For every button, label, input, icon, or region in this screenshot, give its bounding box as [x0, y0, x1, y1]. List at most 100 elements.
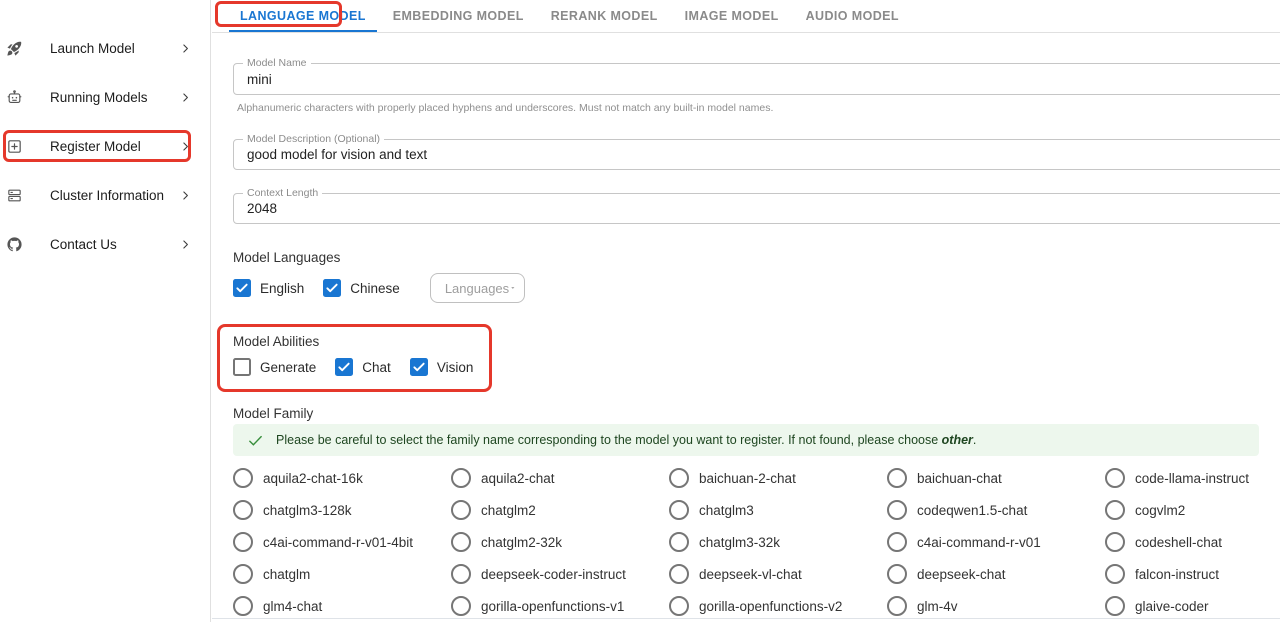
radio-chatglm2[interactable]: chatglm2 — [451, 494, 669, 526]
radio-chatglm3-128k[interactable]: chatglm3-128k — [233, 494, 451, 526]
sidebar-item-cluster-information[interactable]: Cluster Information — [0, 171, 210, 220]
radio-unchecked-icon — [887, 564, 907, 584]
radio-unchecked-icon — [887, 532, 907, 552]
model-family-options-grid: aquila2-chat-16kaquila2-chatbaichuan-2-c… — [233, 462, 1280, 622]
check-icon — [247, 432, 264, 449]
tab-image-model[interactable]: IMAGE MODEL — [674, 0, 790, 32]
model-family-notice-text: Please be careful to select the family n… — [276, 433, 976, 447]
github-icon — [6, 236, 24, 254]
tab-language-model[interactable]: LANGUAGE MODEL — [229, 0, 377, 32]
radio-unchecked-icon — [669, 468, 689, 488]
model-name-label: Model Name — [243, 57, 311, 70]
sidebar-item-label: Launch Model — [50, 41, 135, 56]
sidebar-item-running-models[interactable]: Running Models — [0, 73, 210, 122]
radio-deepseek-chat[interactable]: deepseek-chat — [887, 558, 1105, 590]
rocket-icon — [6, 40, 24, 58]
radio-baichuan-2-chat[interactable]: baichuan-2-chat — [669, 462, 887, 494]
radio-unchecked-icon — [669, 596, 689, 616]
checkbox-chinese[interactable]: Chinese — [323, 279, 400, 297]
radio-chatglm2-32k[interactable]: chatglm2-32k — [451, 526, 669, 558]
radio-c4ai-command-r-v01[interactable]: c4ai-command-r-v01 — [887, 526, 1105, 558]
model-description-label: Model Description (Optional) — [243, 133, 384, 146]
main-panel: LANGUAGE MODELEMBEDDING MODELRERANK MODE… — [212, 0, 1280, 622]
radio-label: c4ai-command-r-v01 — [917, 535, 1041, 550]
radio-label: deepseek-vl-chat — [699, 567, 802, 582]
checked-checkbox-icon — [233, 279, 251, 297]
checked-checkbox-icon — [410, 358, 428, 376]
radio-chatglm3-32k[interactable]: chatglm3-32k — [669, 526, 887, 558]
checkbox-chat[interactable]: Chat — [335, 358, 391, 376]
radio-unchecked-icon — [1105, 468, 1125, 488]
sidebar-item-label: Running Models — [50, 90, 148, 105]
radio-codeshell-chat[interactable]: codeshell-chat — [1105, 526, 1280, 558]
radio-codeqwen1-5-chat[interactable]: codeqwen1.5-chat — [887, 494, 1105, 526]
model-family-notice-banner: Please be careful to select the family n… — [233, 424, 1259, 456]
tab-embedding-model[interactable]: EMBEDDING MODEL — [382, 0, 535, 32]
radio-aquila2-chat[interactable]: aquila2-chat — [451, 462, 669, 494]
radio-deepseek-coder-instruct[interactable]: deepseek-coder-instruct — [451, 558, 669, 590]
checkbox-generate[interactable]: Generate — [233, 358, 316, 376]
chevron-right-icon — [179, 238, 193, 252]
radio-chatglm3[interactable]: chatglm3 — [669, 494, 887, 526]
checkbox-english[interactable]: English — [233, 279, 304, 297]
radio-label: deepseek-chat — [917, 567, 1006, 582]
chevron-right-icon — [179, 189, 193, 203]
tab-audio-model[interactable]: AUDIO MODEL — [795, 0, 910, 32]
checkbox-label: Chat — [362, 360, 391, 375]
radio-unchecked-icon — [233, 564, 253, 584]
radio-unchecked-icon — [451, 532, 471, 552]
radio-unchecked-icon — [233, 500, 253, 520]
radio-unchecked-icon — [233, 468, 253, 488]
radio-baichuan-chat[interactable]: baichuan-chat — [887, 462, 1105, 494]
radio-unchecked-icon — [1105, 596, 1125, 616]
radio-deepseek-vl-chat[interactable]: deepseek-vl-chat — [669, 558, 887, 590]
model-name-value: mini — [247, 72, 272, 87]
checkbox-vision[interactable]: Vision — [410, 358, 474, 376]
radio-code-llama-instruct[interactable]: code-llama-instruct — [1105, 462, 1280, 494]
radio-label: codeshell-chat — [1135, 535, 1222, 550]
model-abilities-row: Generate Chat Vision — [233, 357, 1280, 377]
robot-icon — [6, 89, 24, 107]
radio-label: chatglm2 — [481, 503, 536, 518]
radio-unchecked-icon — [669, 500, 689, 520]
radio-unchecked-icon — [887, 500, 907, 520]
model-name-helper-text: Alphanumeric characters with properly pl… — [233, 102, 1280, 114]
unchecked-checkbox-icon — [233, 358, 251, 376]
radio-unchecked-icon — [669, 564, 689, 584]
tab-rerank-model[interactable]: RERANK MODEL — [540, 0, 669, 32]
model-name-input[interactable]: Model Name mini — [233, 63, 1280, 95]
radio-label: chatglm3 — [699, 503, 754, 518]
sidebar-item-label: Contact Us — [50, 237, 117, 252]
radio-unchecked-icon — [669, 532, 689, 552]
radio-label: deepseek-coder-instruct — [481, 567, 626, 582]
radio-falcon-instruct[interactable]: falcon-instruct — [1105, 558, 1280, 590]
radio-aquila2-chat-16k[interactable]: aquila2-chat-16k — [233, 462, 451, 494]
model-type-tabbar: LANGUAGE MODELEMBEDDING MODELRERANK MODE… — [212, 0, 1280, 33]
checked-checkbox-icon — [335, 358, 353, 376]
languages-select[interactable]: Languages — [430, 273, 525, 303]
radio-unchecked-icon — [1105, 500, 1125, 520]
sidebar-item-launch-model[interactable]: Launch Model — [0, 24, 210, 73]
radio-unchecked-icon — [887, 468, 907, 488]
checkbox-label: Generate — [260, 360, 316, 375]
context-length-value: 2048 — [247, 201, 277, 216]
radio-c4ai-command-r-v01-4bit[interactable]: c4ai-command-r-v01-4bit — [233, 526, 451, 558]
radio-chatglm[interactable]: chatglm — [233, 558, 451, 590]
radio-label: codeqwen1.5-chat — [917, 503, 1027, 518]
radio-unchecked-icon — [1105, 564, 1125, 584]
sidebar-item-contact-us[interactable]: Contact Us — [0, 220, 210, 269]
model-languages-heading: Model Languages — [233, 250, 1280, 266]
radio-label: c4ai-command-r-v01-4bit — [263, 535, 413, 550]
chevron-right-icon — [179, 91, 193, 105]
radio-cogvlm2[interactable]: cogvlm2 — [1105, 494, 1280, 526]
sidebar-item-register-model[interactable]: Register Model — [0, 122, 210, 171]
caret-down-icon — [509, 279, 517, 297]
cluster-icon — [6, 187, 24, 205]
add-box-icon — [6, 138, 24, 156]
radio-label: falcon-instruct — [1135, 567, 1219, 582]
radio-label: chatglm3-128k — [263, 503, 352, 518]
model-description-input[interactable]: Model Description (Optional) good model … — [233, 139, 1280, 170]
radio-label: baichuan-chat — [917, 471, 1002, 486]
radio-label: glm4-chat — [263, 599, 322, 614]
context-length-input[interactable]: Context Length 2048 — [233, 193, 1280, 224]
